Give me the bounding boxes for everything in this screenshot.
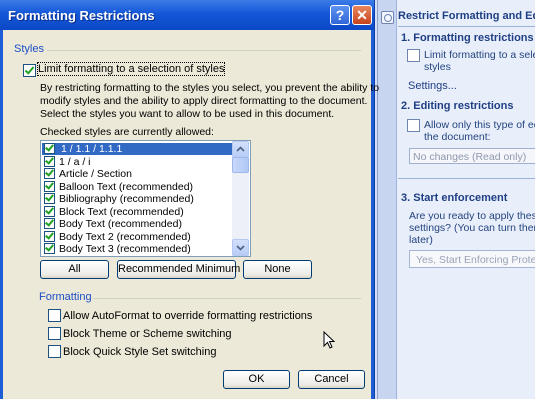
list-item[interactable]: Bibliography (recommended) — [42, 193, 232, 205]
block-quick-style-label[interactable]: Block Quick Style Set switching — [63, 346, 216, 358]
help-button[interactable]: ? — [330, 5, 350, 25]
description-line: modify styles and the ability to apply d… — [40, 95, 368, 107]
dialog-titlebar[interactable]: Formatting Restrictions ? ✕ — [0, 0, 374, 30]
block-theme-label[interactable]: Block Theme or Scheme switching — [63, 328, 232, 340]
block-quick-style-checkbox[interactable] — [48, 345, 61, 358]
allow-editing-type-checkbox[interactable] — [407, 119, 420, 132]
formatting-group-label: Formatting — [39, 291, 92, 303]
enforcement-text-line3: later) — [409, 234, 433, 246]
editing-type-dropdown[interactable]: No changes (Read only) — [409, 148, 535, 164]
style-name: Body Text 3 (recommended) — [59, 243, 191, 255]
style-checkbox[interactable] — [44, 243, 55, 254]
styles-scrollbar[interactable] — [232, 141, 249, 256]
style-name: Article / Section — [59, 168, 132, 180]
allow-autoformat-label[interactable]: Allow AutoFormat to override formatting … — [63, 310, 312, 322]
close-button[interactable]: ✕ — [352, 5, 372, 25]
list-item[interactable]: 1 / a / i — [42, 155, 232, 168]
help-icon: ? — [335, 7, 345, 23]
style-name: Block Text (recommended) — [59, 205, 184, 218]
chevron-down-icon — [236, 245, 245, 251]
allow-editing-label-line2: the document: — [424, 131, 491, 143]
scroll-down-button[interactable] — [232, 239, 249, 256]
close-icon: ✕ — [356, 7, 368, 23]
list-item[interactable]: Article / Section — [42, 168, 232, 180]
allow-autoformat-checkbox[interactable] — [48, 309, 61, 322]
list-item[interactable]: Body Text (recommended) — [42, 218, 232, 230]
style-name: Body Text (recommended) — [59, 218, 182, 230]
style-checkbox[interactable] — [44, 143, 55, 154]
editing-restrictions-heading: 2. Editing restrictions — [401, 100, 514, 112]
all-button[interactable]: All — [40, 260, 109, 279]
settings-link[interactable]: Settings... — [408, 80, 457, 92]
formatting-restrictions-dialog: Formatting Restrictions ? ✕ Styles Limit… — [0, 0, 379, 399]
editing-type-value: No changes (Read only) — [413, 151, 527, 163]
chevron-up-icon — [236, 146, 245, 152]
dialog-body: Styles Limit formatting to a selection o… — [3, 30, 379, 399]
limit-formatting-checkbox[interactable] — [23, 64, 36, 77]
cancel-button[interactable]: Cancel — [298, 370, 365, 389]
divider — [398, 178, 535, 179]
description-line: By restricting formatting to the styles … — [40, 82, 380, 94]
style-name: 1 / 1.1 / 1.1.1 — [61, 143, 123, 155]
styles-group-label: Styles — [14, 43, 44, 55]
style-checkbox[interactable] — [44, 168, 55, 179]
formatting-restrictions-heading: 1. Formatting restrictions — [401, 32, 534, 44]
enforcement-text-line2: settings? (You can turn them — [409, 222, 535, 234]
style-checkbox[interactable] — [44, 155, 55, 167]
list-item[interactable]: Balloon Text (recommended) — [42, 180, 232, 193]
task-pane-title: Restrict Formatting and Edi — [398, 10, 535, 22]
recommended-minimum-button[interactable]: Recommended Minimum — [117, 260, 240, 279]
limit-formatting-label-line1: Limit formatting to a selec — [424, 49, 535, 61]
start-enforcing-button[interactable]: Yes, Start Enforcing Protect — [409, 250, 535, 268]
list-item[interactable]: Block Text (recommended) — [42, 205, 232, 218]
style-checkbox[interactable] — [44, 193, 55, 204]
limit-formatting-label-line2: styles — [424, 61, 451, 73]
style-checkbox[interactable] — [44, 180, 55, 192]
divider — [398, 26, 535, 27]
task-pane-options-icon[interactable] — [381, 11, 394, 24]
description-text: By restricting formatting to the styles … — [40, 82, 380, 121]
list-item[interactable]: Body Text 2 (recommended) — [42, 230, 232, 243]
divider — [47, 50, 361, 51]
task-pane-content: Restrict Formatting and Edi 1. Formattin… — [398, 0, 535, 399]
list-item[interactable]: 1 / 1.1 / 1.1.1 — [42, 143, 232, 155]
style-name: 1 / a / i — [59, 155, 91, 168]
limit-formatting-checkbox[interactable] — [407, 49, 420, 62]
scroll-up-button[interactable] — [232, 141, 249, 158]
style-name: Body Text 2 (recommended) — [59, 230, 191, 243]
allow-editing-label-line1: Allow only this type of edi — [424, 119, 535, 131]
style-checkbox[interactable] — [44, 205, 55, 217]
style-name: Balloon Text (recommended) — [59, 180, 194, 193]
dialog-title: Formatting Restrictions — [8, 8, 155, 23]
restrict-formatting-task-pane: Restrict Formatting and Edi 1. Formattin… — [377, 0, 535, 399]
mouse-pointer-icon — [323, 331, 335, 349]
list-item[interactable]: Body Text 3 (recommended) — [42, 243, 232, 255]
divider — [93, 298, 361, 299]
enforcement-text-line1: Are you ready to apply these — [409, 210, 535, 222]
style-checkbox[interactable] — [44, 230, 55, 242]
style-checkbox[interactable] — [44, 218, 55, 229]
style-name: Bibliography (recommended) — [59, 193, 194, 205]
ok-button[interactable]: OK — [223, 370, 290, 389]
description-line: Select the styles you want to allow to b… — [40, 108, 335, 120]
start-enforcement-heading: 3. Start enforcement — [401, 192, 508, 204]
task-pane-strip — [378, 0, 397, 399]
limit-formatting-label[interactable]: Limit formatting to a selection of style… — [36, 62, 226, 76]
block-theme-checkbox[interactable] — [48, 327, 61, 340]
styles-list-label: Checked styles are currently allowed: — [40, 126, 214, 138]
none-button[interactable]: None — [243, 260, 312, 279]
styles-listbox[interactable]: 1 / 1.1 / 1.1.1 1 / a / i Article / Sect… — [40, 140, 251, 257]
scroll-thumb[interactable] — [232, 157, 249, 173]
